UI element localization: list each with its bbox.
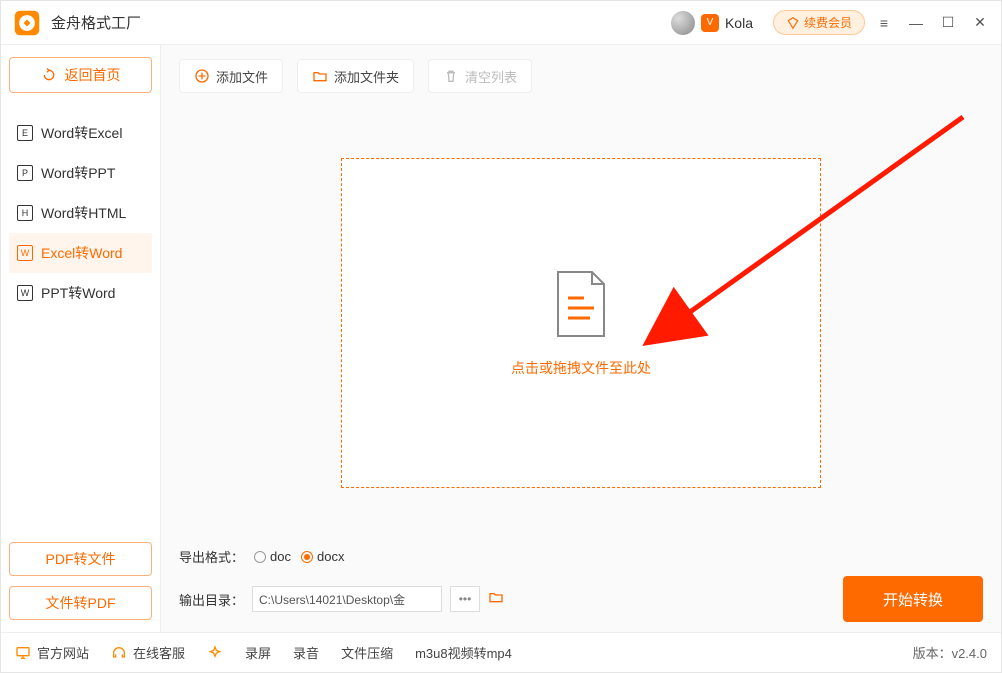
html-icon: H (17, 205, 33, 221)
screen-record-label: 录屏 (245, 643, 271, 662)
main-panel: 添加文件 添加文件夹 清空列表 点击或拖拽文件至此处 (161, 45, 1001, 632)
dropzone-text: 点击或拖拽文件至此处 (511, 358, 651, 378)
word-icon: W (17, 245, 33, 261)
output-path-input[interactable] (252, 586, 442, 612)
file-dropzone[interactable]: 点击或拖拽文件至此处 (341, 158, 821, 488)
sidebar-item-excel-to-word[interactable]: W Excel转Word (9, 233, 152, 273)
folder-icon (312, 68, 328, 84)
radio-docx-label: docx (317, 549, 344, 564)
file-to-pdf-label: 文件转PDF (46, 593, 116, 613)
pdf-to-file-label: PDF转文件 (46, 549, 116, 569)
file-compress-link[interactable]: 文件压缩 (341, 643, 393, 662)
output-dir-row: 输出目录： ••• (179, 586, 504, 612)
back-label: 返回首页 (65, 65, 121, 85)
close-button[interactable]: ✕ (971, 14, 989, 31)
promo-link[interactable] (207, 645, 223, 661)
headset-icon (111, 645, 127, 661)
ppt-icon: P (17, 165, 33, 181)
user-avatar[interactable] (671, 11, 695, 35)
sparkle-icon (207, 645, 223, 661)
online-service-label: 在线客服 (133, 643, 185, 662)
radio-docx[interactable]: docx (301, 549, 344, 564)
sidebar-item-word-to-html[interactable]: H Word转HTML (9, 193, 152, 233)
document-icon (550, 268, 612, 340)
sidebar-item-label: Word转PPT (41, 163, 115, 183)
audio-record-label: 录音 (293, 643, 319, 662)
statusbar: 官方网站 在线客服 录屏 录音 文件压缩 m3u8视频转mp4 版本：v2.4.… (1, 632, 1001, 672)
sidebar: 返回首页 E Word转Excel P Word转PPT H Word转HTML… (1, 45, 161, 632)
toolbar: 添加文件 添加文件夹 清空列表 (179, 59, 983, 93)
file-compress-label: 文件压缩 (341, 643, 393, 662)
add-folder-label: 添加文件夹 (334, 67, 399, 86)
sidebar-item-label: PPT转Word (41, 283, 115, 303)
menu-button[interactable]: ≡ (875, 15, 893, 31)
add-folder-button[interactable]: 添加文件夹 (297, 59, 414, 93)
titlebar: 金舟格式工厂 V Kola 续费会员 ≡ — ☐ ✕ (1, 1, 1001, 45)
online-service-link[interactable]: 在线客服 (111, 643, 185, 662)
sidebar-item-word-to-excel[interactable]: E Word转Excel (9, 113, 152, 153)
trash-icon (443, 68, 459, 84)
sidebar-item-label: Word转HTML (41, 203, 126, 223)
screen-record-link[interactable]: 录屏 (245, 643, 271, 662)
radio-doc[interactable]: doc (254, 549, 291, 564)
clear-list-label: 清空列表 (465, 67, 517, 86)
file-to-pdf-button[interactable]: 文件转PDF (9, 586, 152, 620)
sidebar-item-word-to-ppt[interactable]: P Word转PPT (9, 153, 152, 193)
clear-list-button: 清空列表 (428, 59, 532, 93)
back-arrow-icon (41, 67, 57, 83)
minimize-button[interactable]: — (907, 15, 925, 31)
window-controls: ≡ — ☐ ✕ (875, 14, 989, 31)
renew-membership-button[interactable]: 续费会员 (773, 10, 865, 35)
excel-icon: E (17, 125, 33, 141)
folder-open-icon (488, 589, 504, 605)
version-text: 版本：v2.4.0 (913, 643, 987, 662)
add-file-button[interactable]: 添加文件 (179, 59, 283, 93)
start-convert-button[interactable]: 开始转换 (843, 576, 983, 622)
plus-circle-icon (194, 68, 210, 84)
sidebar-item-label: Excel转Word (41, 243, 122, 263)
username-label: Kola (725, 15, 753, 31)
diamond-icon (786, 16, 800, 30)
output-dir-label: 输出目录： (179, 590, 244, 609)
vip-badge-icon: V (701, 14, 719, 32)
radio-dot-icon (301, 551, 313, 563)
browse-path-button[interactable]: ••• (450, 586, 480, 612)
official-site-link[interactable]: 官方网站 (15, 643, 89, 662)
export-format-row: 导出格式： doc docx (179, 547, 983, 566)
back-home-button[interactable]: 返回首页 (9, 57, 152, 93)
app-title: 金舟格式工厂 (51, 12, 141, 33)
export-format-label: 导出格式： (179, 547, 244, 566)
official-site-label: 官方网站 (37, 643, 89, 662)
sidebar-item-ppt-to-word[interactable]: W PPT转Word (9, 273, 152, 313)
add-file-label: 添加文件 (216, 67, 268, 86)
open-folder-button[interactable] (488, 589, 504, 610)
monitor-icon (15, 645, 31, 661)
radio-dot-icon (254, 551, 266, 563)
word-icon: W (17, 285, 33, 301)
renew-label: 续费会员 (804, 14, 852, 31)
maximize-button[interactable]: ☐ (939, 14, 957, 31)
m3u8-label: m3u8视频转mp4 (415, 643, 512, 662)
m3u8-link[interactable]: m3u8视频转mp4 (415, 643, 512, 662)
sidebar-item-label: Word转Excel (41, 123, 122, 143)
pdf-to-file-button[interactable]: PDF转文件 (9, 542, 152, 576)
app-logo-icon (13, 9, 41, 37)
audio-record-link[interactable]: 录音 (293, 643, 319, 662)
start-label: 开始转换 (883, 592, 943, 609)
radio-doc-label: doc (270, 549, 291, 564)
